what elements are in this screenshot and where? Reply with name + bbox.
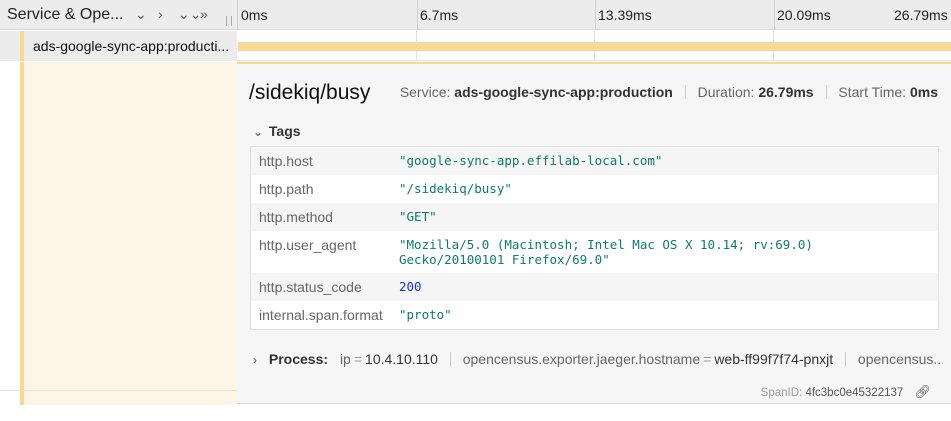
tag-row: http.user_agent "Mozilla/5.0 (Macintosh; …	[251, 231, 938, 273]
process-key: opencensus.exporter.jaeger.hostname	[462, 351, 701, 367]
column-title: Service & Ope...	[7, 6, 124, 23]
link-icon[interactable]: 🔗︎	[914, 384, 931, 400]
tick-line	[417, 0, 418, 30]
span-detail-panel: /sidekiq/busy Service: ads-google-sync-a…	[237, 62, 951, 404]
tick-line	[595, 0, 596, 30]
service-color-indicator	[20, 31, 24, 61]
process-item: opencensus.exporter.jaeger.hostname = web-…	[462, 351, 834, 367]
tag-value: "GET"	[399, 209, 437, 224]
tags-title: Tags	[268, 123, 301, 139]
start-time-label: Start Time:	[838, 84, 907, 100]
tag-value: "Mozilla/5.0 (Macintosh; Intel Mac OS X …	[399, 237, 813, 267]
tag-key: http.host	[259, 153, 313, 169]
tags-table: http.host "google-sync-app.effilab-local.…	[250, 146, 939, 330]
process-value: 10.4.10.110	[365, 351, 438, 367]
detail-gutter-fill	[24, 391, 237, 405]
tag-row: http.method "GET"	[251, 203, 938, 231]
tag-value: "proto"	[399, 307, 452, 322]
tag-key: http.status_code	[259, 279, 362, 295]
tags-toggle[interactable]: ⌄ Tags	[253, 123, 301, 139]
span-row[interactable]: ads-google-sync-app:producti...	[0, 31, 951, 61]
tick-label: 26.79ms	[894, 7, 948, 23]
tick-label: 13.39ms	[598, 7, 652, 23]
timeline-ticks: 0ms 6.7ms 13.39ms 20.09ms 26.79ms	[237, 0, 951, 30]
tick-label: 20.09ms	[777, 7, 831, 23]
detail-gutter-fill	[24, 62, 237, 390]
span-timeline-cell[interactable]	[237, 31, 951, 61]
span-id: SpanID: 4fc3bc0e45322137 🔗︎	[761, 384, 931, 400]
collapse-all-icon[interactable]: ⌄⌄	[178, 5, 201, 23]
expand-one-icon[interactable]: ›	[158, 5, 163, 23]
tick-label: 0ms	[241, 7, 268, 23]
detail-gutter	[0, 62, 237, 390]
process-value: web-ff99f7f74-pnxjt	[714, 351, 834, 367]
tag-value: 200	[399, 279, 422, 294]
process-item: ip = 10.4.10.110	[339, 351, 438, 367]
expand-all-icon[interactable]: »	[200, 5, 208, 23]
divider	[449, 352, 451, 366]
span-overview: Service: ads-google-sync-app:production …	[400, 84, 938, 100]
tag-row: http.status_code 200	[251, 273, 938, 301]
span-duration-bar[interactable]	[238, 42, 951, 51]
tag-value: "/sidekiq/busy"	[399, 181, 512, 196]
column-resize-handle[interactable]	[226, 16, 232, 26]
trace-header: Service & Ope... ⌄ › ⌄⌄ » 0ms 6.7ms 13.3…	[0, 0, 951, 30]
tag-key: http.method	[259, 209, 333, 225]
collapse-one-icon[interactable]: ⌄	[135, 5, 147, 23]
process-key: opencensus...	[857, 351, 943, 367]
span-id-value: 4fc3bc0e45322137	[805, 387, 904, 399]
tag-row: http.path "/sidekiq/busy"	[251, 175, 938, 203]
tag-row: http.host "google-sync-app.effilab-local.…	[251, 147, 938, 175]
tag-value: "google-sync-app.effilab-local.com"	[399, 153, 663, 168]
span-name-cell[interactable]: ads-google-sync-app:producti...	[0, 31, 237, 61]
divider	[684, 85, 686, 99]
chevron-right-icon: ›	[253, 353, 257, 367]
service-label: Service:	[399, 84, 451, 100]
duration-label: Duration:	[697, 84, 755, 100]
start-time-value: 0ms	[909, 84, 938, 100]
divider	[845, 352, 847, 366]
process-title: Process:	[268, 351, 329, 367]
service-value: ads-google-sync-app:production	[454, 84, 673, 100]
tick-line	[774, 0, 775, 30]
process-key: ip	[339, 351, 351, 367]
divider	[825, 85, 827, 99]
tag-row: internal.span.format "proto"	[251, 301, 938, 329]
tag-key: http.path	[259, 181, 314, 197]
process-toggle[interactable]: › Process: ip = 10.4.10.110 opencensus.exp…	[253, 351, 943, 367]
tag-key: internal.span.format	[259, 307, 383, 323]
duration-value: 26.79ms	[758, 84, 814, 100]
operation-name: /sidekiq/busy	[249, 81, 371, 104]
tick-label: 6.7ms	[420, 7, 459, 23]
span-id-label: SpanID:	[760, 387, 803, 399]
span-service-name[interactable]: ads-google-sync-app:producti...	[33, 38, 235, 54]
service-operation-header: Service & Ope... ⌄ › ⌄⌄ »	[0, 0, 237, 30]
span-row-next	[0, 390, 237, 405]
chevron-down-icon: ⌄	[253, 125, 264, 139]
tag-key: http.user_agent	[259, 237, 357, 253]
